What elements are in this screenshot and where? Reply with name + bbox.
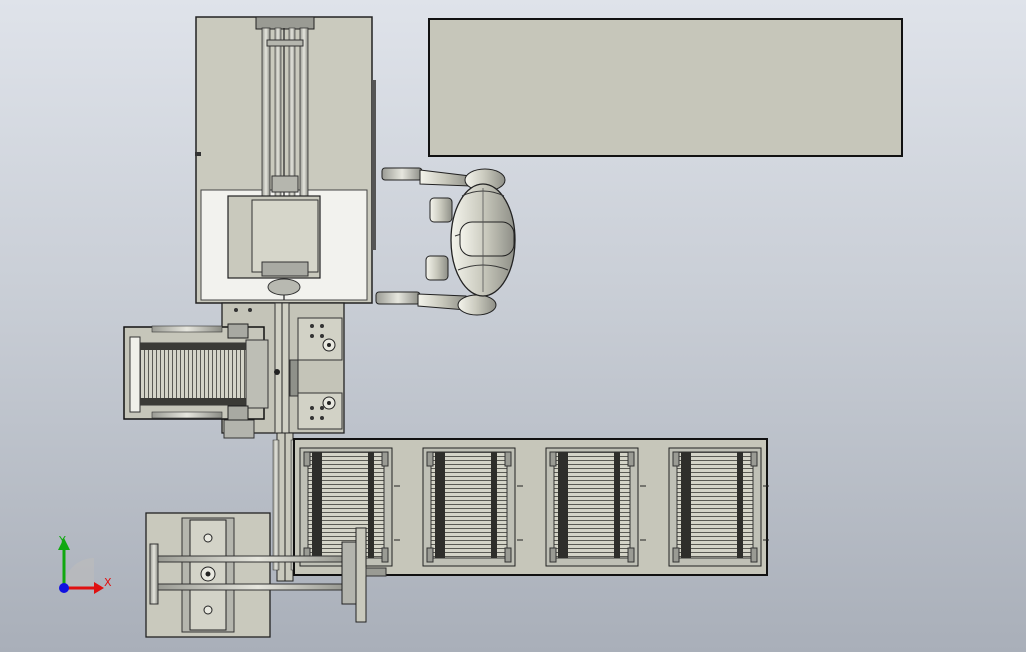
tray-part	[549, 547, 557, 563]
tray-part	[368, 452, 374, 558]
dual-arm-robot[interactable]	[375, 167, 516, 316]
bolt	[320, 416, 324, 420]
top-right-cover-plate[interactable]	[428, 18, 903, 157]
tray-part	[435, 452, 445, 558]
tray-part	[381, 547, 389, 563]
tray-part	[614, 452, 620, 558]
tray-part	[312, 452, 322, 558]
tray-part	[627, 451, 635, 467]
z-axis-marker	[59, 583, 69, 593]
assembly-top-view: X Y	[58, 16, 903, 638]
robot-torso[interactable]	[450, 183, 516, 297]
bolt	[310, 334, 314, 338]
tray-part	[737, 452, 743, 558]
tray-part	[426, 451, 434, 467]
bolt	[310, 406, 314, 410]
tray-part	[558, 452, 568, 558]
bolt	[310, 324, 314, 328]
x-axis-label: X	[104, 576, 112, 589]
tray-part	[672, 547, 680, 563]
left-horizontal-feeder[interactable]	[123, 323, 269, 421]
x-axis-arrowhead	[94, 582, 104, 594]
tray-part	[549, 451, 557, 467]
tray-4[interactable]	[668, 447, 769, 567]
tray-part	[491, 452, 497, 558]
cad-viewport[interactable]: X Y	[0, 0, 1026, 652]
bolt	[320, 334, 324, 338]
y-axis-label: Y	[58, 534, 66, 547]
tray-part	[627, 547, 635, 563]
tray-part	[750, 451, 758, 467]
tray-part	[426, 547, 434, 563]
tray-part	[750, 547, 758, 563]
tray-part	[672, 451, 680, 467]
bolt	[320, 406, 324, 410]
tray-part	[381, 451, 389, 467]
bolt	[248, 308, 252, 312]
bolt	[310, 416, 314, 420]
tray-part	[504, 451, 512, 467]
tray-part	[303, 451, 311, 467]
bolt	[234, 308, 238, 312]
coordinate-triad: X Y	[58, 534, 112, 594]
tray-2[interactable]	[422, 447, 523, 567]
tray-part	[504, 547, 512, 563]
bolt	[320, 324, 324, 328]
tray-3[interactable]	[545, 447, 646, 567]
tray-part	[681, 452, 691, 558]
vertical-press-unit[interactable]	[195, 16, 376, 304]
